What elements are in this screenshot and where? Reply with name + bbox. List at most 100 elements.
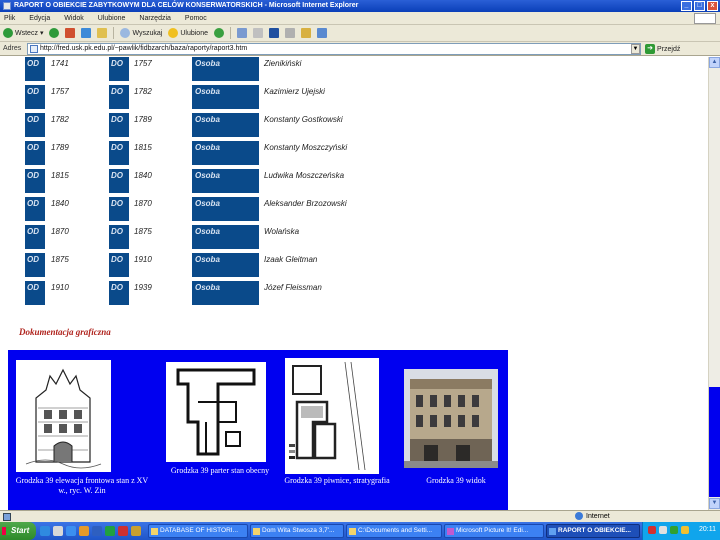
globe-icon bbox=[575, 512, 583, 520]
chevron-down-icon: ▾ bbox=[39, 30, 44, 37]
go-arrow-icon: ➜ bbox=[645, 44, 655, 54]
favorites-button[interactable]: Ulubione bbox=[168, 28, 208, 38]
owner-name: Izaak Gleitman bbox=[264, 255, 318, 264]
folder-icon bbox=[349, 528, 356, 535]
clock: 20:11 bbox=[699, 526, 716, 533]
do-label: DO bbox=[109, 169, 129, 193]
scroll-up-button[interactable]: ▲ bbox=[709, 57, 720, 68]
security-zone: Internet bbox=[575, 512, 610, 520]
do-label: DO bbox=[109, 85, 129, 109]
year-from: 1757 bbox=[51, 87, 69, 96]
do-label: DO bbox=[109, 281, 129, 305]
do-label: DO bbox=[109, 225, 129, 249]
menu-edit[interactable]: Edycja bbox=[29, 15, 50, 22]
scroll-down-button[interactable]: ▼ bbox=[709, 498, 720, 509]
menu-file[interactable]: Plik bbox=[4, 15, 15, 22]
quicklaunch-player-icon[interactable] bbox=[79, 526, 89, 536]
start-button[interactable]: Start bbox=[0, 522, 36, 540]
folder-button[interactable] bbox=[301, 28, 311, 38]
close-button[interactable]: x bbox=[707, 1, 718, 11]
quicklaunch-word-icon[interactable] bbox=[92, 526, 102, 536]
facade-drawing-image[interactable] bbox=[16, 360, 111, 472]
ground-floor-plan-image[interactable] bbox=[166, 362, 266, 462]
taskbar-item[interactable]: C:\Documents and Setti... bbox=[346, 524, 442, 538]
od-label: OD bbox=[25, 197, 45, 221]
back-button[interactable]: Wstecz ▾ bbox=[3, 28, 43, 38]
menu-favorites[interactable]: Ulubione bbox=[98, 15, 126, 22]
mail-button[interactable] bbox=[253, 28, 263, 38]
window-icon bbox=[151, 528, 158, 535]
home-button[interactable] bbox=[97, 28, 108, 38]
gallery-caption: Grodzka 39 parter stan obecny bbox=[170, 466, 270, 475]
quicklaunch-acrobat-icon[interactable] bbox=[118, 526, 128, 536]
search-button[interactable]: Wyszukaj bbox=[120, 28, 162, 38]
year-from: 1840 bbox=[51, 199, 69, 208]
kind-label: Osoba bbox=[192, 253, 259, 277]
menu-bar: Plik Edycja Widok Ulubione Narzędzia Pom… bbox=[0, 12, 720, 25]
minimize-button[interactable]: _ bbox=[681, 1, 692, 11]
record-row: OD 1910 DO 1939 Osoba Józef Fleissman bbox=[0, 281, 708, 305]
forward-button[interactable] bbox=[49, 28, 60, 38]
windows-logo-icon bbox=[694, 13, 716, 24]
record-row: OD 1870 DO 1875 Osoba Wolańska bbox=[0, 225, 708, 249]
year-to: 1875 bbox=[134, 227, 152, 236]
address-input[interactable]: http://fred.usk.pk.edu.pl/~pawlik/fidbza… bbox=[27, 43, 641, 55]
quicklaunch-ie-icon[interactable] bbox=[40, 526, 50, 536]
scroll-thumb[interactable] bbox=[709, 387, 720, 497]
cellar-stratigraphy-image[interactable] bbox=[285, 358, 379, 474]
kind-label: Osoba bbox=[192, 281, 259, 305]
window-title: RAPORT O OBIEKCIE ZABYTKOWYM DLA CELÓW K… bbox=[14, 2, 359, 9]
ie-icon bbox=[3, 2, 11, 10]
quicklaunch-folder-icon[interactable] bbox=[131, 526, 141, 536]
do-label: DO bbox=[109, 253, 129, 277]
refresh-button[interactable] bbox=[81, 28, 92, 38]
quicklaunch-excel-icon[interactable] bbox=[105, 526, 115, 536]
search-icon bbox=[120, 28, 131, 38]
gallery-caption: Grodzka 39 widok bbox=[426, 476, 486, 485]
history-button[interactable] bbox=[237, 28, 247, 38]
taskbar-item[interactable]: DATABASE OF HISTORI... bbox=[148, 524, 248, 538]
od-label: OD bbox=[25, 57, 45, 81]
do-label: DO bbox=[109, 197, 129, 221]
media-button[interactable] bbox=[214, 28, 224, 38]
page-icon bbox=[30, 45, 38, 53]
year-from: 1875 bbox=[51, 255, 69, 264]
owner-name: Ludwika Moszczeńska bbox=[264, 171, 345, 180]
building-photo-image[interactable] bbox=[404, 369, 498, 468]
taskbar-item[interactable]: Dom Wita Stwosza 3,7'... bbox=[250, 524, 344, 538]
stop-button[interactable] bbox=[65, 28, 76, 38]
maximize-button[interactable]: □ bbox=[694, 1, 705, 11]
owner-name: Aleksander Brzozowski bbox=[264, 199, 347, 208]
notification-icon[interactable] bbox=[681, 526, 689, 534]
year-from: 1870 bbox=[51, 227, 69, 236]
volume-icon[interactable] bbox=[659, 526, 667, 534]
page-content: OD 1741 DO 1757 Osoba Zienikiński OD 1757 DO 1782… bbox=[0, 57, 708, 510]
network-icon[interactable] bbox=[670, 526, 678, 534]
system-tray: 20:11 bbox=[642, 522, 720, 540]
toolbar: Wstecz ▾ Wyszukaj Ulubione bbox=[0, 25, 720, 42]
record-row: OD 1757 DO 1782 Osoba Kazimierz Ujejski bbox=[0, 85, 708, 109]
year-to: 1757 bbox=[134, 59, 152, 68]
edit-button[interactable] bbox=[285, 28, 295, 38]
year-from: 1741 bbox=[51, 59, 69, 68]
menu-view[interactable]: Widok bbox=[64, 15, 83, 22]
word-button[interactable] bbox=[269, 28, 279, 38]
ie-icon bbox=[549, 528, 556, 535]
year-to: 1870 bbox=[134, 199, 152, 208]
antivirus-icon[interactable] bbox=[648, 526, 656, 534]
taskbar-item[interactable]: Microsoft Picture It! Edi... bbox=[444, 524, 544, 538]
owner-name: Konstanty Gostkowski bbox=[264, 115, 343, 124]
go-button[interactable]: ➜ Przejdź bbox=[645, 44, 680, 54]
year-from: 1910 bbox=[51, 283, 69, 292]
kind-label: Osoba bbox=[192, 141, 259, 165]
taskbar-item-active[interactable]: RAPORT O OBIEKCIE... bbox=[546, 524, 640, 538]
messenger-button[interactable] bbox=[317, 28, 327, 38]
quicklaunch-desktop-icon[interactable] bbox=[66, 526, 76, 536]
status-bar: Internet bbox=[0, 510, 720, 522]
quicklaunch-mail-icon[interactable] bbox=[53, 526, 63, 536]
address-dropdown-button[interactable]: ▼ bbox=[631, 44, 640, 54]
menu-tools[interactable]: Narzędzia bbox=[139, 15, 171, 22]
vertical-scrollbar[interactable]: ▲ ▼ bbox=[708, 57, 720, 510]
year-to: 1815 bbox=[134, 143, 152, 152]
menu-help[interactable]: Pomoc bbox=[185, 15, 207, 22]
